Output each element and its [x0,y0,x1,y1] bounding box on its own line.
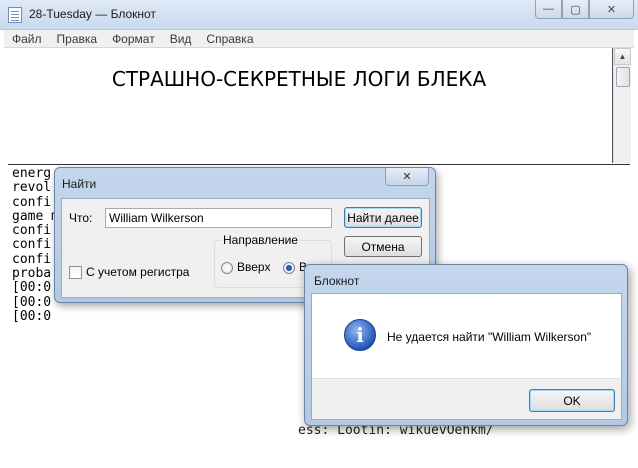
scroll-thumb[interactable] [616,67,630,87]
match-case-label: С учетом регистра [86,265,190,279]
log-line: [00:0 [12,294,52,310]
menu-file[interactable]: Файл [4,32,49,46]
document-heading: СТРАШНО-СЕКРЕТНЫЕ ЛОГИ БЛЕКА [111,67,487,91]
message-box-client: i Не удается найти "William Wilkerson" O… [311,293,622,420]
radio-up[interactable] [221,262,233,274]
vertical-scrollbar[interactable]: ▲ [613,48,631,163]
direction-label: Направление [221,233,300,247]
radio-up-label: Вверх [237,260,271,274]
radio-down[interactable] [283,262,295,274]
notepad-icon [8,7,22,23]
text-editor[interactable]: СТРАШНО-СЕКРЕТНЫЕ ЛОГИ БЛЕКА [4,48,615,163]
match-case-checkbox[interactable] [69,266,82,279]
log-lines: energ revol confi game m confi confi confi prob… [12,166,59,324]
log-line: [00:0 [12,308,52,324]
log-line: [00:0 [12,280,52,296]
log-line: game m [12,208,59,224]
log-line: revol [12,180,52,196]
find-next-button[interactable]: Найти далее [344,207,422,228]
close-button[interactable]: ✕ [589,0,634,19]
scroll-up-arrow-icon[interactable]: ▲ [614,48,631,65]
menu-edit[interactable]: Правка [49,32,105,46]
title-bar: 28-Tuesday — Блокнот — ▢ ✕ [0,0,638,30]
log-line: confi [12,223,52,239]
info-icon: i [344,319,376,351]
log-line: confi [12,237,52,253]
menu-view[interactable]: Вид [162,32,199,46]
log-line: energ [12,166,52,181]
find-what-label: Что: [69,211,93,225]
log-line: confi [12,251,52,267]
message-box: Блокнот i Не удается найти "William Wilk… [304,264,628,426]
find-what-input[interactable] [105,208,332,228]
menu-help[interactable]: Справка [198,32,260,46]
maximize-button[interactable]: ▢ [562,0,589,19]
message-box-title: Блокнот [314,274,360,288]
menu-format[interactable]: Формат [104,32,162,46]
caption-buttons: — ▢ ✕ [535,0,634,20]
log-line: proba [12,266,52,282]
message-footer: OK [312,378,621,419]
find-cancel-button[interactable]: Отмена [344,236,422,257]
find-dialog-title: Найти [62,177,97,191]
log-line: confi [12,194,52,210]
find-close-button[interactable]: ✕ [385,168,429,186]
ok-button[interactable]: OK [529,389,615,412]
window-title: 28-Tuesday — Блокнот [29,7,156,21]
message-text: Не удается найти "William Wilkerson" [387,330,592,344]
menu-bar: Файл Правка Формат Вид Справка [4,30,634,48]
minimize-button[interactable]: — [535,0,562,19]
